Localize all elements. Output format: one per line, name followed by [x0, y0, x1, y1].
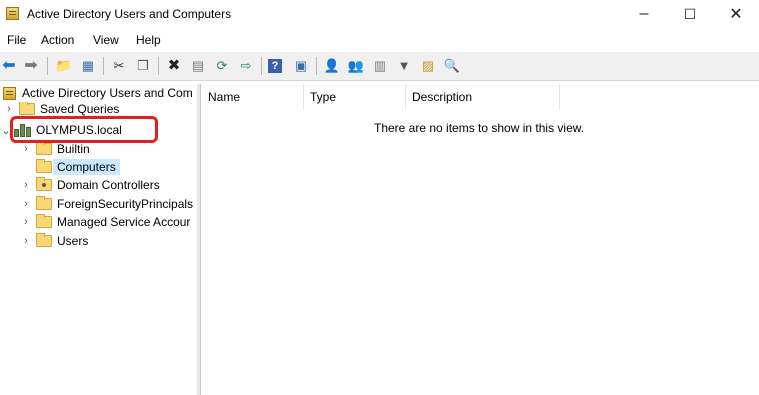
folder-icon [36, 233, 52, 247]
tree-item-label: Builtin [57, 142, 90, 156]
copy-icon[interactable]: ❐ [134, 57, 152, 75]
help-icon[interactable]: ? [268, 59, 282, 73]
folder-icon [36, 141, 52, 155]
folder-icon [19, 102, 35, 115]
tree-item-users[interactable]: › Users [20, 232, 88, 250]
active-directory-icon [6, 7, 19, 20]
maximize-button[interactable]: ☐ [667, 0, 713, 28]
toolbar-separator [261, 57, 262, 75]
add-to-group-icon[interactable]: ▨ [419, 57, 437, 75]
tree-item-label: Managed Service Accour [57, 215, 191, 229]
tree-item-computers[interactable]: Computers [20, 158, 120, 176]
menu-help[interactable]: Help [136, 33, 161, 47]
minimize-button[interactable]: – [621, 0, 667, 28]
cut-icon[interactable]: ✂ [110, 57, 128, 75]
up-folder-icon[interactable]: 📁 [55, 57, 73, 75]
chevron-right-icon[interactable]: › [20, 198, 32, 210]
toolbar-separator [158, 57, 159, 75]
results-pane: Name Type Description There are no items… [202, 84, 759, 395]
folder-icon [36, 196, 52, 210]
menu-file[interactable]: File [7, 33, 26, 47]
tree-item-saved-queries[interactable]: › Saved Queries [3, 102, 119, 116]
tree-item-domain-controllers[interactable]: › Domain Controllers [20, 176, 160, 194]
column-header-type[interactable]: Type [304, 84, 406, 110]
chevron-right-icon[interactable]: › [20, 235, 32, 247]
ou-folder-icon [36, 177, 52, 191]
toolbar: ⬅ ➡ 📁 ▦ ✂ ❐ ✖ ▤ ⟳ ⇨ ? ▣ 👤 👥 ▥ ▼ ▨ 🔍 [0, 52, 759, 81]
tree-root[interactable]: Active Directory Users and Com [3, 84, 193, 102]
column-header-name[interactable]: Name [202, 84, 304, 110]
delete-icon[interactable]: ✖ [165, 57, 183, 75]
toolbar-separator [103, 57, 104, 75]
tree-item-managed-service-accounts[interactable]: › Managed Service Accour [20, 213, 190, 231]
toolbar-separator [316, 57, 317, 75]
menu-view[interactable]: View [93, 33, 119, 47]
export-list-icon[interactable]: ⇨ [237, 57, 255, 75]
filter-icon[interactable]: ▼ [395, 57, 413, 75]
properties-icon[interactable]: ▤ [189, 57, 207, 75]
chevron-right-icon[interactable]: › [20, 216, 32, 228]
title-bar: Active Directory Users and Computers – ☐… [0, 0, 759, 28]
back-icon[interactable]: ⬅ [0, 57, 18, 75]
active-directory-icon [3, 86, 16, 100]
column-header-description[interactable]: Description [406, 84, 560, 110]
menu-action[interactable]: Action [41, 33, 74, 47]
tree-root-label: Active Directory Users and Com [22, 86, 193, 100]
toolbar-separator [47, 57, 48, 75]
window-title: Active Directory Users and Computers [27, 7, 232, 21]
tree-item-label: Computers [53, 159, 120, 175]
close-button[interactable]: ✕ [713, 0, 759, 28]
tree-item-label: ForeignSecurityPrincipals [57, 197, 194, 211]
chevron-right-icon[interactable]: › [3, 103, 15, 115]
menu-bar: File Action View Help [0, 30, 759, 50]
chevron-right-icon[interactable]: › [20, 179, 32, 191]
tree-item-label: Domain Controllers [57, 178, 160, 192]
new-ou-icon[interactable]: ▥ [371, 57, 389, 75]
find-icon[interactable]: 🔍 [443, 57, 461, 75]
empty-list-message: There are no items to show in this view. [374, 121, 585, 135]
folder-icon [36, 159, 52, 173]
tree-item-label: Users [57, 234, 89, 248]
tree-item-foreign-security-principals[interactable]: › ForeignSecurityPrincipals [20, 195, 193, 213]
console-tree-icon[interactable]: ▦ [79, 57, 97, 75]
pane-splitter[interactable] [197, 84, 201, 395]
folder-icon [36, 214, 52, 228]
refresh-icon[interactable]: ⟳ [213, 57, 231, 75]
new-group-icon[interactable]: 👥 [347, 57, 365, 75]
action-pane-icon[interactable]: ▣ [292, 57, 310, 75]
chevron-right-icon[interactable]: › [20, 143, 32, 155]
tree-item-label: Saved Queries [40, 102, 120, 116]
forward-icon[interactable]: ➡ [22, 57, 40, 75]
highlight-annotation [10, 116, 158, 143]
new-user-icon[interactable]: 👤 [323, 57, 341, 75]
